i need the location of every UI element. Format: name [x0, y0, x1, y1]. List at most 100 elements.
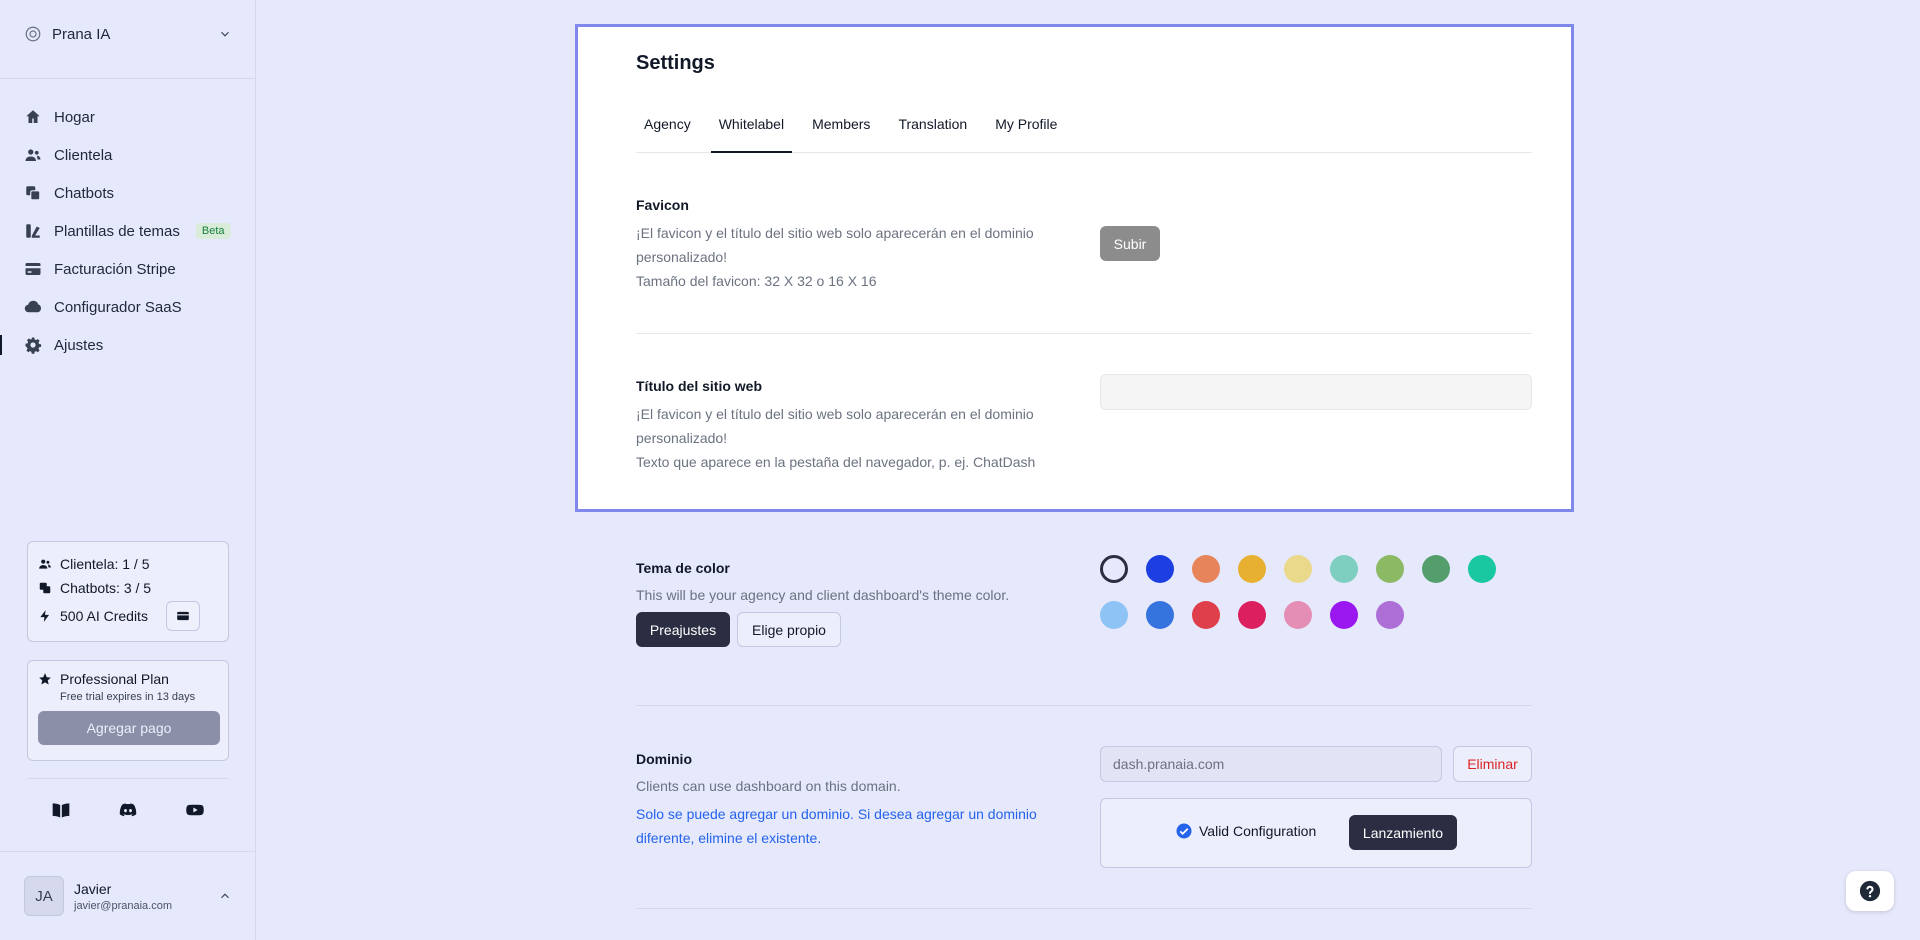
favicon-label: Favicon [636, 197, 689, 213]
color-swatch[interactable] [1192, 601, 1220, 629]
check-circle-icon [1176, 823, 1192, 839]
sidebar-item-clientela[interactable]: Clientela [0, 136, 256, 174]
sidebar-item-ajustes[interactable]: Ajustes [0, 326, 256, 364]
color-swatch[interactable] [1376, 555, 1404, 583]
favicon-desc-line2: Tamaño del favicon: 32 X 32 o 16 X 16 [636, 273, 877, 289]
help-icon [1859, 880, 1881, 902]
color-swatch[interactable] [1284, 601, 1312, 629]
sidebar-item-label: Clientela [54, 146, 113, 164]
credit-card-icon [177, 611, 189, 621]
color-swatch[interactable] [1468, 555, 1496, 583]
color-swatch[interactable] [1376, 601, 1404, 629]
tab-whitelabel[interactable]: Whitelabel [710, 108, 793, 153]
domain-note: Solo se puede agregar un dominio. Si des… [636, 806, 1037, 846]
divider [636, 705, 1532, 706]
color-swatch[interactable] [1192, 555, 1220, 583]
billing-card-button[interactable] [165, 601, 200, 631]
favicon-desc-line1: ¡El favicon y el título del sitio web so… [636, 225, 1034, 265]
book-icon[interactable] [51, 800, 71, 820]
add-payment-button[interactable]: Agregar pago [38, 711, 220, 745]
youtube-icon[interactable] [185, 800, 205, 820]
chevron-up-icon [221, 893, 229, 899]
usage-chatbots-text: Chatbots: 3 / 5 [60, 580, 152, 596]
sidebar-item-facturacion[interactable]: Facturación Stripe [0, 250, 256, 288]
chevron-down-icon [221, 31, 229, 37]
color-theme-description: This will be your agency and client dash… [636, 587, 1010, 603]
sidebar-item-plantillas[interactable]: Plantillas de temas Beta [0, 212, 256, 250]
presets-button[interactable]: Preajustes [636, 612, 730, 647]
launch-button[interactable]: Lanzamiento [1349, 815, 1457, 850]
copy-icon [39, 582, 51, 594]
divider [636, 908, 1532, 909]
beta-badge: Beta [195, 223, 231, 239]
page-title: Settings [636, 52, 715, 74]
sidebar-item-label: Ajustes [54, 336, 104, 354]
plan-title: Professional Plan [38, 671, 218, 687]
users-icon [39, 559, 51, 569]
plan-panel: Professional Plan Free trial expires in … [27, 660, 229, 761]
delete-domain-button[interactable]: Eliminar [1453, 746, 1532, 782]
sidebar-item-chatbots[interactable]: Chatbots [0, 174, 256, 212]
usage-clients-text: Clientela: 1 / 5 [60, 556, 150, 572]
color-swatch[interactable] [1330, 555, 1358, 583]
cloud-icon [24, 300, 41, 313]
user-menu[interactable]: JA Javier javier@pranaia.com [24, 876, 232, 916]
color-swatch[interactable] [1100, 601, 1128, 629]
usage-chatbots: Chatbots: 3 / 5 [38, 576, 218, 600]
color-theme-label: Tema de color [636, 560, 730, 576]
home-icon [26, 110, 40, 123]
tab-translation[interactable]: Translation [890, 108, 975, 153]
sidebar-item-hogar[interactable]: Hogar [0, 98, 256, 136]
sidebar: Prana IA Hogar Clientela Chatbots Planti… [0, 0, 256, 940]
star-icon [39, 673, 51, 685]
tab-members[interactable]: Members [804, 108, 878, 153]
lightning-icon [40, 610, 50, 622]
color-swatch[interactable] [1238, 601, 1266, 629]
sidebar-item-configurador[interactable]: Configurador SaaS [0, 288, 256, 326]
tab-agency[interactable]: Agency [636, 108, 699, 153]
favicon-description: ¡El favicon y el título del sitio web so… [636, 221, 1066, 293]
valid-configuration: Valid Configuration [1175, 822, 1316, 840]
usage-clients: Clientela: 1 / 5 [38, 552, 218, 576]
color-swatch[interactable] [1330, 601, 1358, 629]
domain-label: Dominio [636, 751, 692, 767]
usage-credits-text: 500 AI Credits [60, 608, 148, 624]
sidebar-item-label: Chatbots [54, 184, 115, 202]
color-swatch[interactable] [1238, 555, 1266, 583]
upload-favicon-button[interactable]: Subir [1100, 226, 1160, 261]
workspace-switcher[interactable]: Prana IA [24, 22, 232, 46]
custom-color-button[interactable]: Elige propio [737, 612, 841, 647]
settings-tabs: Agency Whitelabel Members Translation My… [636, 108, 1532, 153]
discord-icon[interactable] [118, 800, 138, 820]
divider [636, 333, 1532, 334]
color-swatch[interactable] [1284, 555, 1312, 583]
valid-configuration-text: Valid Configuration [1199, 823, 1317, 839]
color-swatch[interactable] [1146, 601, 1174, 629]
divider [0, 851, 256, 852]
user-name: Javier [74, 880, 112, 897]
social-links [27, 800, 229, 820]
color-swatch[interactable] [1422, 555, 1450, 583]
site-title-desc-line2: Texto que aparece en la pestaña del nave… [636, 454, 1036, 470]
user-info: Javier javier@pranaia.com [74, 881, 208, 912]
copy-icon [26, 186, 41, 201]
user-email: javier@pranaia.com [74, 899, 172, 912]
plan-subtitle: Free trial expires in 13 days [60, 691, 196, 703]
divider [0, 78, 256, 79]
usage-credits: 500 AI Credits [38, 600, 218, 632]
domain-input[interactable]: dash.pranaia.com [1100, 746, 1442, 782]
color-swatch[interactable] [1146, 555, 1174, 583]
users-icon [25, 149, 41, 161]
sidebar-nav: Hogar Clientela Chatbots Plantillas de t… [0, 98, 256, 364]
help-button[interactable] [1846, 871, 1894, 911]
sidebar-item-label: Facturación Stripe [54, 260, 176, 278]
color-swatch[interactable] [1100, 555, 1128, 583]
site-title-input[interactable] [1100, 374, 1532, 410]
site-title-label: Título del sitio web [636, 378, 762, 394]
sidebar-item-label: Plantillas de temas [54, 222, 180, 240]
site-title-description: ¡El favicon y el título del sitio web so… [636, 402, 1066, 474]
tab-my-profile[interactable]: My Profile [987, 108, 1065, 153]
domain-description: Clients can use dashboard on this domain… [636, 778, 901, 794]
sidebar-item-label: Hogar [54, 108, 95, 126]
plan-title-text: Professional Plan [60, 671, 169, 687]
